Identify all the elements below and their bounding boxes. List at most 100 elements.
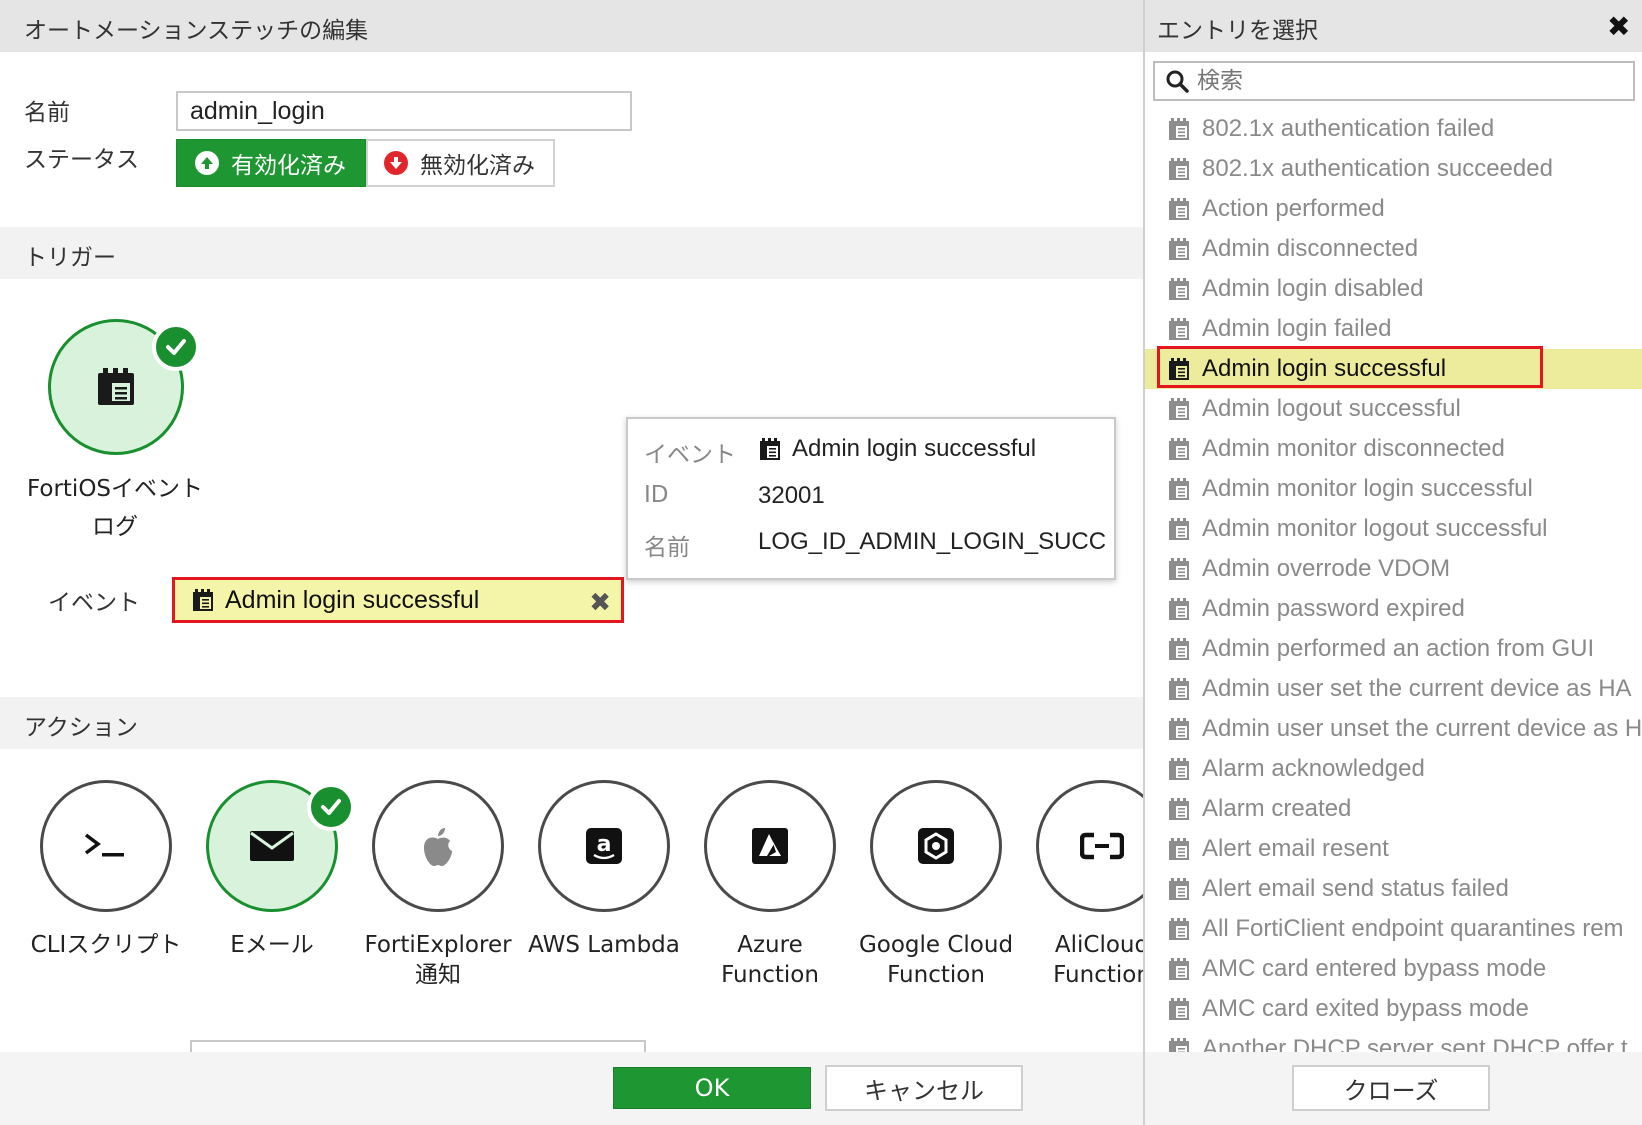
entry-label: Admin login disabled: [1202, 275, 1424, 302]
amazon-icon: a: [586, 828, 622, 864]
entry-item[interactable]: AMC card entered bypass mode: [1145, 949, 1642, 989]
action-label: Google Cloud Function: [851, 930, 1021, 990]
entry-item[interactable]: Admin password expired: [1145, 589, 1642, 629]
entry-label: AMC card exited bypass mode: [1202, 995, 1529, 1022]
calendar-log-icon: [1169, 998, 1189, 1020]
calendar-log-icon: [98, 368, 134, 405]
entry-label: All FortiClient endpoint quarantines rem: [1202, 915, 1624, 942]
entry-item[interactable]: Admin monitor disconnected: [1145, 429, 1642, 469]
entry-item[interactable]: 802.1x authentication failed: [1145, 109, 1642, 149]
action-cli-script[interactable]: [40, 780, 172, 912]
entry-item[interactable]: Admin monitor logout successful: [1145, 509, 1642, 549]
calendar-log-icon: [193, 589, 213, 611]
calendar-log-icon: [1169, 478, 1189, 500]
action-label: Eメール: [187, 930, 357, 960]
entry-label: Admin password expired: [1202, 595, 1465, 622]
status-enabled-button[interactable]: 有効化済み: [176, 139, 366, 187]
calendar-log-icon: [1169, 838, 1189, 860]
name-input[interactable]: [176, 91, 632, 131]
tooltip-event-text: Admin login successful: [792, 435, 1037, 462]
close-icon[interactable]: ✖: [1607, 10, 1630, 43]
entry-item[interactable]: Alarm created: [1145, 789, 1642, 829]
action-google-cloud-function[interactable]: [870, 780, 1002, 912]
event-tooltip: イベント Admin login successful ID 32001 名前 …: [626, 417, 1116, 580]
entry-item[interactable]: Admin performed an action from GUI: [1145, 629, 1642, 669]
calendar-log-icon: [1169, 798, 1189, 820]
action-label: CLIスクリプト: [21, 930, 191, 960]
edit-stitch-dialog: オートメーションステッチの編集 名前 ステータス 有効化済み 無効化済み トリガ…: [0, 0, 1143, 1125]
tooltip-name-value: LOG_ID_ADMIN_LOGIN_SUCC: [758, 528, 1107, 555]
entry-item[interactable]: Admin monitor login successful: [1145, 469, 1642, 509]
ok-button[interactable]: OK: [613, 1067, 811, 1109]
entry-label: Alarm acknowledged: [1202, 755, 1425, 782]
action-section-title: アクション: [24, 715, 138, 741]
entry-item[interactable]: Admin user unset the current device as H: [1145, 709, 1642, 749]
status-disabled-button[interactable]: 無効化済み: [366, 139, 555, 187]
action-azure-function[interactable]: [704, 780, 836, 912]
calendar-log-icon: [1169, 878, 1189, 900]
email-check-icon: [307, 783, 355, 831]
action-label-line: AliCloud: [1054, 932, 1143, 958]
close-button[interactable]: クローズ: [1292, 1065, 1490, 1111]
google-cloud-icon: [918, 828, 954, 864]
entry-item[interactable]: Admin logout successful: [1145, 389, 1642, 429]
calendar-log-icon: [1169, 318, 1189, 340]
action-label-line: 通知: [415, 962, 461, 988]
entry-item[interactable]: Alert email send status failed: [1145, 869, 1642, 909]
entry-item[interactable]: Admin overrode VDOM: [1145, 549, 1642, 589]
entry-item[interactable]: Admin login failed: [1145, 309, 1642, 349]
entry-label: Admin monitor login successful: [1202, 475, 1533, 502]
action-label-line: Function: [721, 962, 819, 988]
action-alicloud-function[interactable]: [1036, 780, 1143, 912]
calendar-log-icon: [1169, 958, 1189, 980]
action-section-bar: アクション: [0, 697, 1143, 749]
trigger-label: FortiOSイベントログ: [26, 476, 204, 540]
action-label: AliCloud Function: [1017, 930, 1143, 990]
tooltip-id-value: 32001: [758, 482, 825, 509]
calendar-log-icon: [1169, 438, 1189, 460]
remove-event-icon[interactable]: ✖: [589, 587, 611, 618]
search-icon: [1166, 70, 1189, 93]
cancel-button[interactable]: キャンセル: [825, 1065, 1023, 1111]
action-label: FortiExplorer 通知: [353, 930, 523, 990]
entry-label: Admin login successful: [1202, 355, 1447, 382]
entry-item[interactable]: Action performed: [1145, 189, 1642, 229]
calendar-log-icon: [1169, 358, 1189, 380]
dialog-title: オートメーションステッチの編集: [24, 18, 369, 44]
entry-item[interactable]: Another DHCP server sent DHCP offer t: [1145, 1029, 1642, 1053]
action-label-line: CLIスクリプト: [30, 932, 182, 958]
tooltip-event-value: Admin login successful: [758, 435, 1036, 463]
entry-item-selected[interactable]: Admin login successful: [1145, 349, 1642, 389]
calendar-log-icon: [1169, 198, 1189, 220]
entry-label: Admin login failed: [1202, 315, 1392, 342]
entry-item[interactable]: Alert email resent: [1145, 829, 1642, 869]
calendar-log-icon: [1169, 558, 1189, 580]
arrow-up-circle-icon: [195, 151, 219, 175]
action-fortiexplorer[interactable]: [372, 780, 504, 912]
calendar-log-icon: [1169, 158, 1189, 180]
entry-item[interactable]: 802.1x authentication succeeded: [1145, 149, 1642, 189]
entry-label: 802.1x authentication failed: [1202, 115, 1495, 142]
action-label-line: AWS Lambda: [528, 932, 680, 958]
entry-label: Admin overrode VDOM: [1202, 555, 1451, 582]
entry-item[interactable]: All FortiClient endpoint quarantines rem: [1145, 909, 1642, 949]
search-box[interactable]: [1153, 61, 1635, 101]
name-label: 名前: [24, 100, 70, 126]
entry-item[interactable]: AMC card exited bypass mode: [1145, 989, 1642, 1029]
entry-item[interactable]: Alarm acknowledged: [1145, 749, 1642, 789]
action-aws-lambda[interactable]: a: [538, 780, 670, 912]
search-input[interactable]: [1195, 67, 1595, 95]
trigger-section-title: トリガー: [24, 245, 116, 271]
entry-label: Another DHCP server sent DHCP offer t: [1202, 1035, 1628, 1053]
entry-label: Admin user set the current device as HA: [1202, 675, 1632, 702]
calendar-log-icon: [1169, 718, 1189, 740]
entry-label: Alert email resent: [1202, 835, 1389, 862]
entry-item[interactable]: Admin user set the current device as HA: [1145, 669, 1642, 709]
entry-item[interactable]: Admin disconnected: [1145, 229, 1642, 269]
entry-label: Action performed: [1202, 195, 1385, 222]
event-selected-chip[interactable]: Admin login successful ✖: [172, 577, 624, 623]
calendar-log-icon: [1169, 238, 1189, 260]
trigger-section-bar: トリガー: [0, 227, 1143, 279]
event-label: イベント: [48, 590, 140, 616]
entry-item[interactable]: Admin login disabled: [1145, 269, 1642, 309]
